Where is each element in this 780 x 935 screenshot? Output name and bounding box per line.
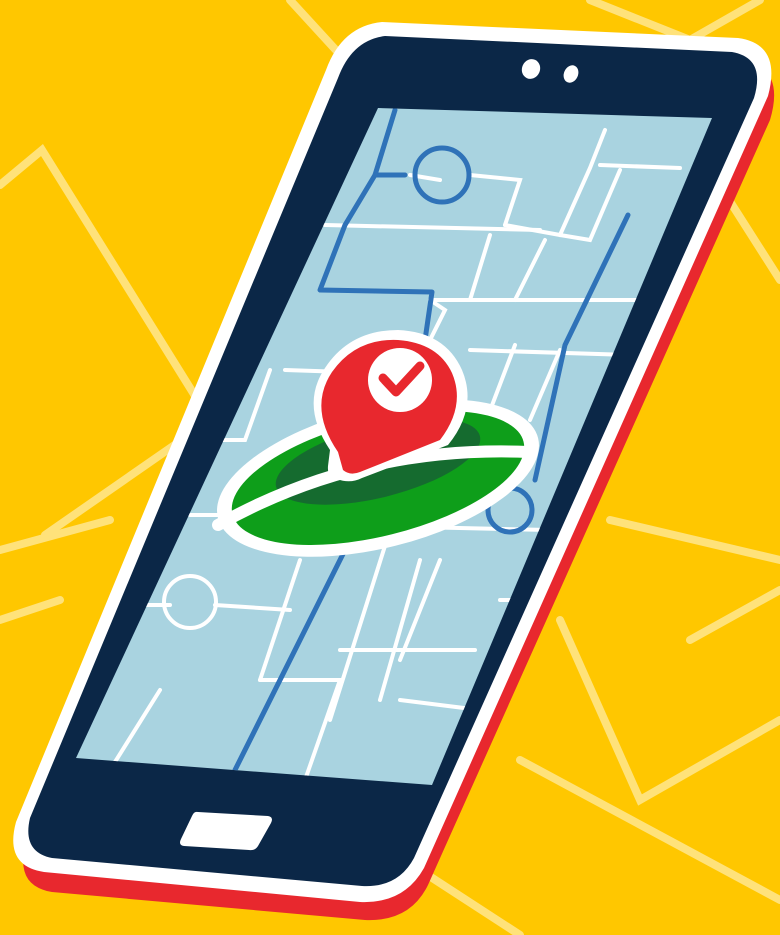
phone-map-illustration [0,0,780,935]
home-button-icon[interactable] [180,811,272,851]
illustration-stage [0,0,780,935]
